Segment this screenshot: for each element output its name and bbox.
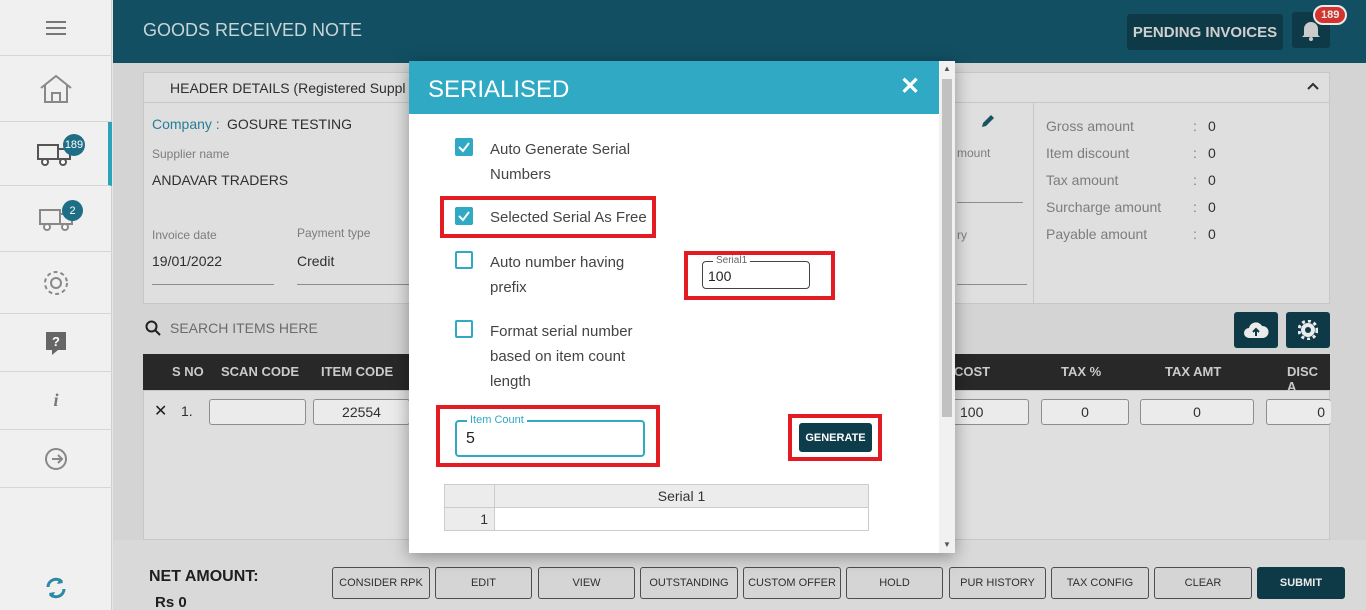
sidebar-sync[interactable] [0, 566, 112, 610]
gear-icon [44, 270, 68, 295]
sidebar-item-settings[interactable] [0, 252, 112, 314]
auto-generate-serial-label-2: Numbers [490, 166, 551, 183]
grn-count-badge: 189 [63, 134, 85, 156]
item-count-field[interactable]: Item Count 5 [455, 414, 645, 457]
scroll-down-arrow-icon[interactable]: ▼ [943, 540, 951, 549]
menu-icon [46, 20, 66, 35]
dialog-scrollbar[interactable]: ▲ ▼ [939, 61, 955, 553]
item-count-value: 5 [466, 430, 475, 447]
checkmark-icon [458, 142, 470, 153]
checkmark-icon [458, 211, 470, 222]
serial-row-input[interactable] [494, 507, 869, 531]
dialog-title: SERIALISED [428, 76, 570, 103]
sidebar-item-info[interactable]: i [0, 372, 112, 430]
purchase-count-badge: 2 [62, 200, 83, 221]
svg-text:?: ? [52, 334, 60, 349]
selected-serial-free-checkbox[interactable] [455, 207, 473, 225]
auto-generate-serial-label: Auto Generate Serial [490, 141, 631, 158]
scroll-thumb[interactable] [942, 79, 952, 417]
sidebar: 189 2 ? i [0, 0, 112, 610]
auto-number-prefix-label-2: prefix [490, 279, 527, 296]
help-icon: ? [46, 331, 66, 355]
sidebar-item-grn[interactable]: 189 [0, 122, 112, 186]
format-serial-label-3: length [490, 373, 531, 390]
serial1-value: 100 [708, 268, 732, 284]
serial1-field[interactable]: Serial1 100 [702, 255, 810, 289]
auto-number-prefix-checkbox[interactable] [455, 251, 473, 269]
close-icon[interactable]: ✕ [897, 73, 923, 100]
generate-button[interactable]: GENERATE [799, 423, 872, 452]
sidebar-menu-toggle[interactable] [0, 0, 112, 56]
selected-serial-free-label: Selected Serial As Free [490, 209, 647, 226]
serial-table: Serial 1 1 [444, 484, 869, 531]
sidebar-item-help[interactable]: ? [0, 314, 112, 372]
scroll-up-arrow-icon[interactable]: ▲ [943, 64, 951, 73]
sidebar-item-logout[interactable] [0, 430, 112, 488]
serial-table-corner [444, 484, 495, 508]
home-icon [40, 74, 72, 103]
table-row: 1 [444, 507, 869, 531]
format-serial-checkbox[interactable] [455, 320, 473, 338]
auto-generate-serial-checkbox[interactable] [455, 138, 473, 156]
format-serial-label-2: based on item count [490, 348, 626, 365]
sidebar-item-purchase[interactable]: 2 [0, 186, 112, 252]
serial1-label: Serial1 [713, 255, 751, 266]
sidebar-item-home[interactable] [0, 56, 112, 122]
format-serial-label: Format serial number [490, 323, 633, 340]
serialised-dialog: SERIALISED ✕ ▲ ▼ Auto Generate Serial Nu… [409, 61, 955, 553]
info-icon: i [53, 390, 59, 410]
auto-number-prefix-label: Auto number having [490, 254, 625, 271]
logout-icon [45, 447, 67, 470]
sync-icon [46, 577, 66, 599]
item-count-label: Item Count [467, 414, 527, 426]
serial-table-header-row: Serial 1 [444, 484, 869, 508]
dialog-header: SERIALISED ✕ [409, 61, 939, 114]
serial-row-index: 1 [444, 507, 495, 531]
serial-table-header: Serial 1 [494, 484, 869, 508]
